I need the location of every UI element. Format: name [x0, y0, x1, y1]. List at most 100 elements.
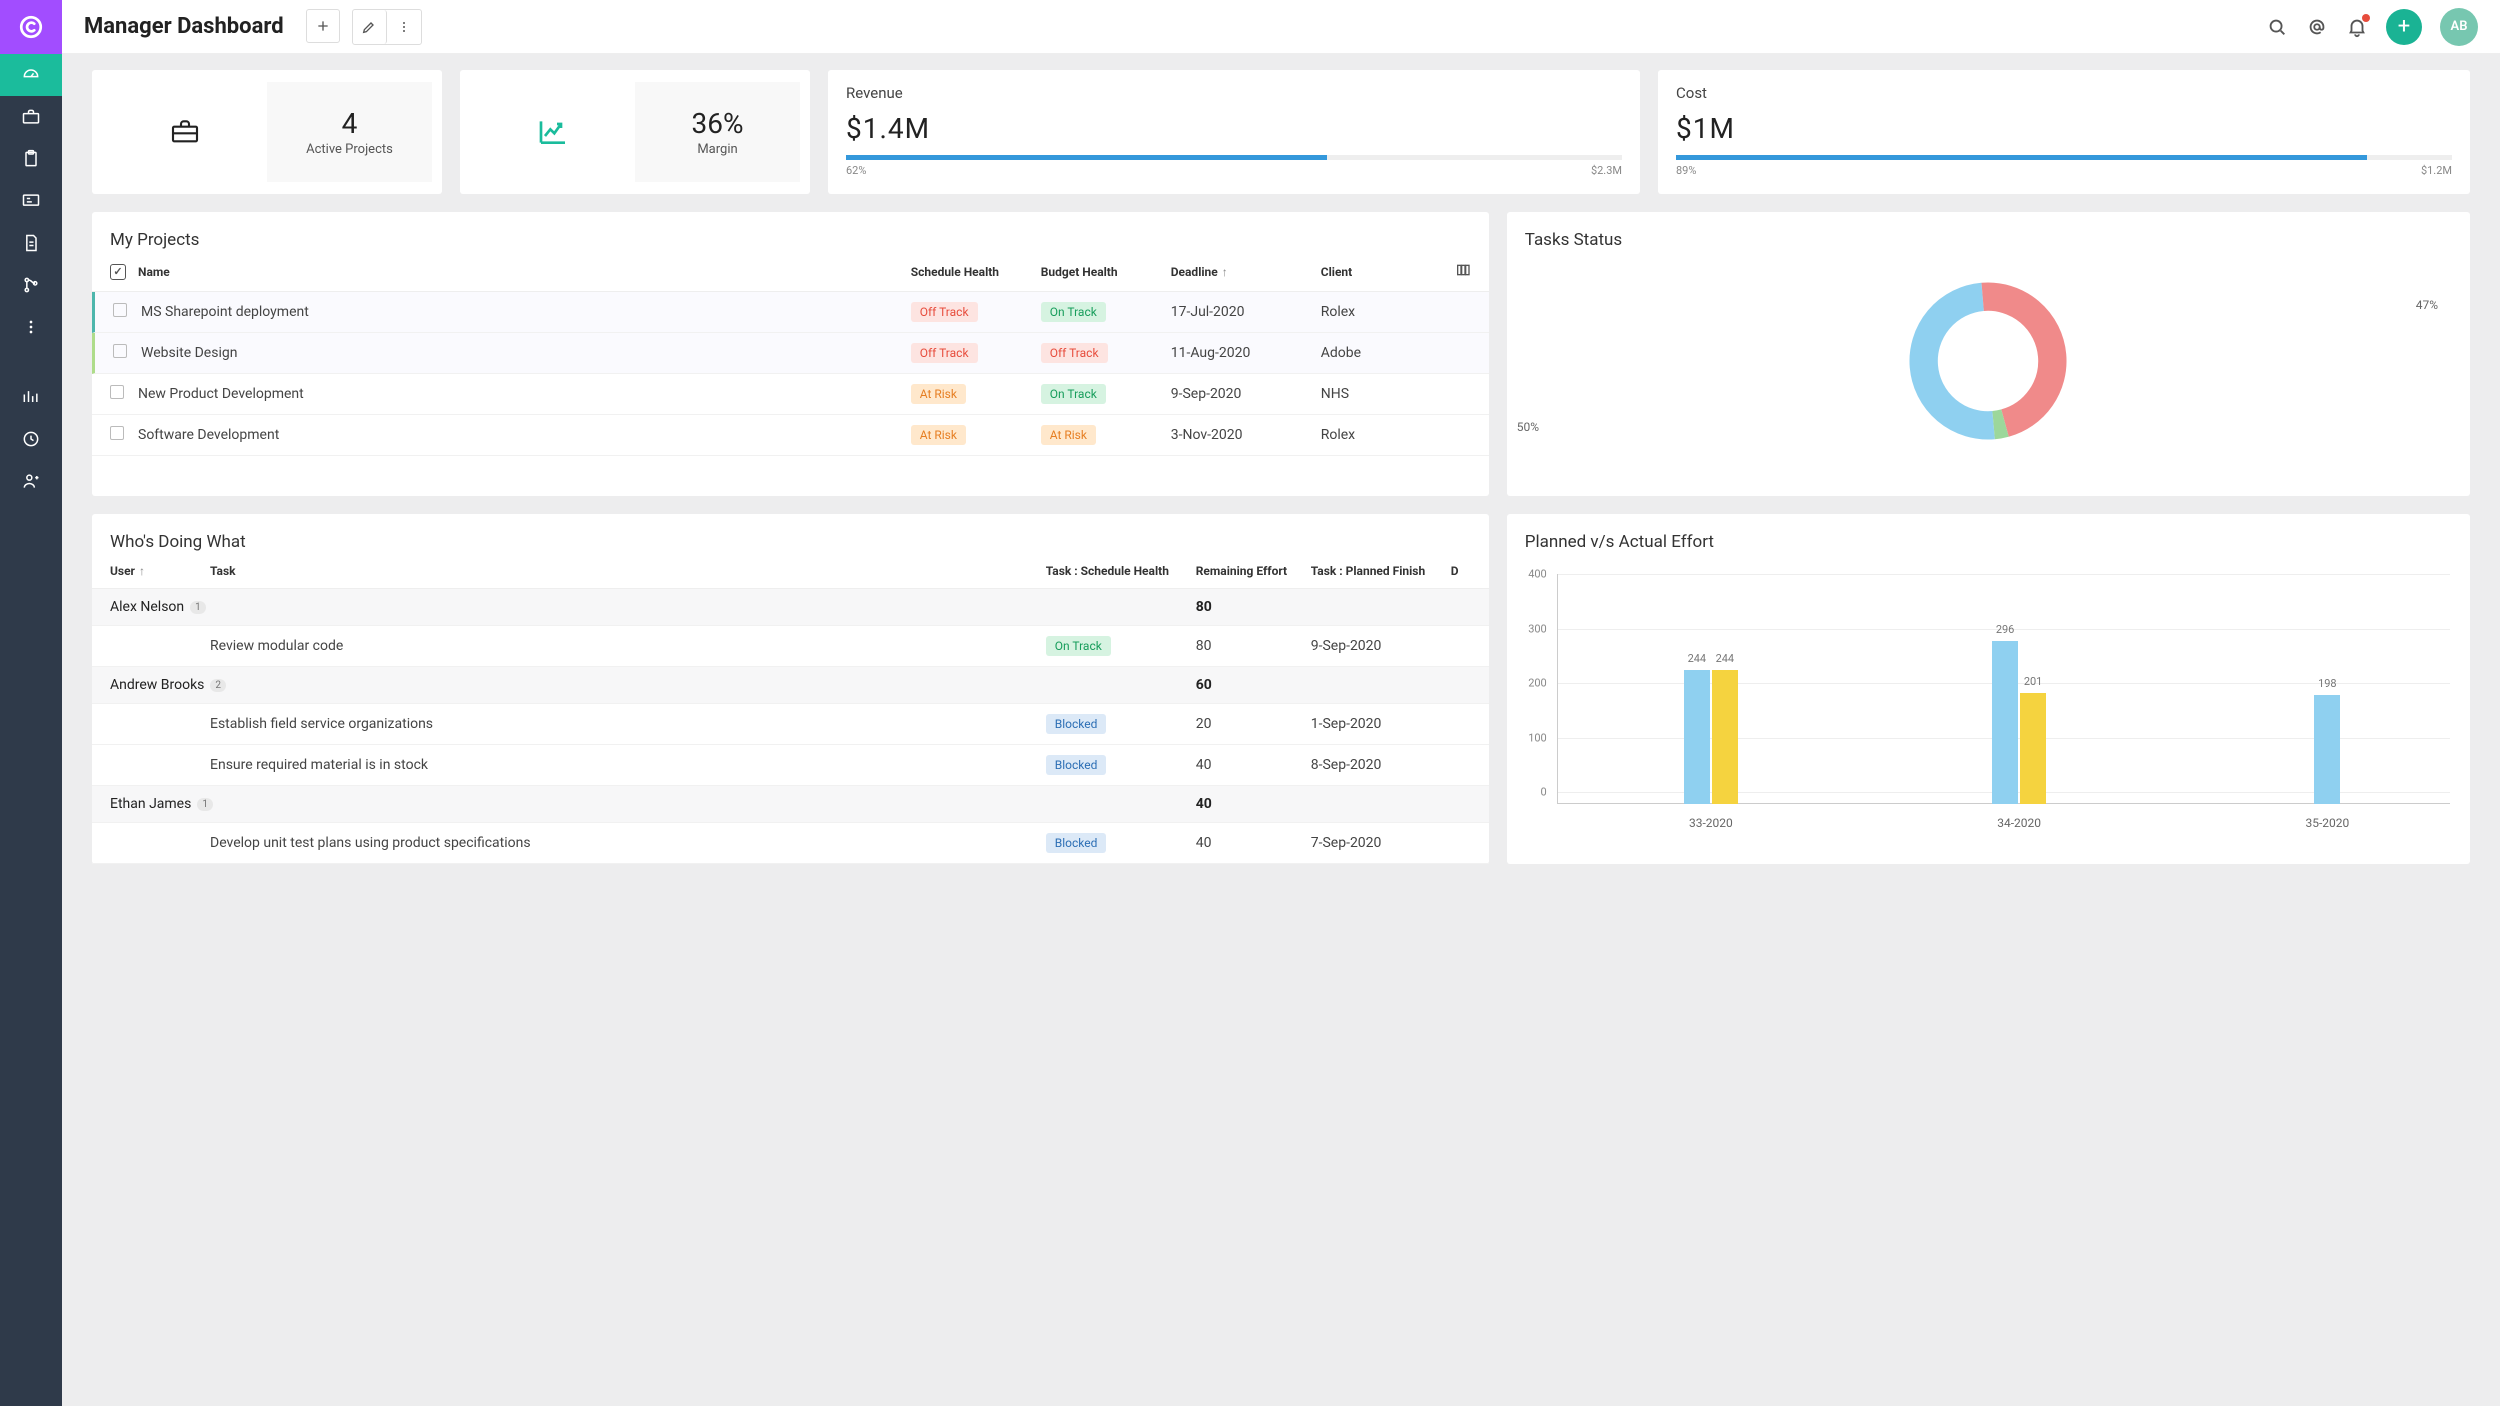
x-axis-label: 33-2020 — [1689, 816, 1733, 830]
project-name: New Product Development — [138, 386, 911, 402]
project-row[interactable]: MS Sharepoint deployment Off Track On Tr… — [92, 292, 1489, 333]
bar-actual: 201 — [2020, 693, 2046, 804]
mentions-icon[interactable] — [2306, 16, 2328, 38]
notifications-icon[interactable] — [2346, 16, 2368, 38]
col-budget-health[interactable]: Budget Health — [1041, 265, 1171, 279]
project-client: Rolex — [1321, 304, 1441, 320]
revenue-value: $1.4M — [846, 112, 1622, 145]
task-planned-finish: 1-Sep-2020 — [1311, 716, 1451, 732]
bar-actual: 244 — [1712, 670, 1738, 804]
nav-briefcase[interactable] — [0, 96, 62, 138]
columns-config-icon[interactable] — [1441, 262, 1471, 281]
who-header: User↑ Task Task : Schedule Health Remain… — [92, 564, 1489, 589]
nav-analytics[interactable] — [0, 376, 62, 418]
user-group-row[interactable]: Andrew Brooks2 60 — [92, 667, 1489, 704]
nav-dashboard[interactable] — [0, 54, 62, 96]
bar-planned: 244 — [1684, 670, 1710, 804]
row-checkbox[interactable] — [113, 303, 127, 317]
user-avatar[interactable]: AB — [2440, 8, 2478, 46]
budget-health-badge: At Risk — [1041, 425, 1096, 445]
budget-health-badge: Off Track — [1041, 343, 1108, 363]
nav-clipboard[interactable] — [0, 138, 62, 180]
kpi-active-projects: 4 Active Projects — [92, 70, 442, 194]
user-group-row[interactable]: Alex Nelson1 80 — [92, 589, 1489, 626]
add-widget-button[interactable] — [306, 9, 340, 43]
task-row[interactable]: Review modular code On Track 80 9-Sep-20… — [92, 626, 1489, 667]
x-axis-label: 34-2020 — [1997, 816, 2041, 830]
task-row[interactable]: Ensure required material is in stock Blo… — [92, 745, 1489, 786]
task-health-badge: Blocked — [1046, 755, 1107, 775]
project-deadline: 17-Jul-2020 — [1171, 304, 1321, 320]
col-task[interactable]: Task — [210, 564, 1046, 578]
page-title: Manager Dashboard — [84, 14, 284, 39]
col-d[interactable]: D — [1451, 564, 1471, 578]
my-projects-panel: My Projects ✓ Name Schedule Health Budge… — [92, 212, 1489, 496]
task-remaining-effort: 20 — [1196, 716, 1311, 732]
x-axis-label: 35-2020 — [2305, 816, 2349, 830]
who-title: Who's Doing What — [92, 514, 1489, 564]
more-button[interactable] — [387, 10, 421, 44]
nav-branch[interactable] — [0, 264, 62, 306]
task-health-badge: Blocked — [1046, 833, 1107, 853]
my-projects-title: My Projects — [92, 212, 1489, 262]
revenue-max: $2.3M — [1591, 164, 1622, 177]
topbar: Manager Dashboard + AB — [62, 0, 2500, 54]
select-all-checkbox[interactable]: ✓ — [110, 264, 126, 280]
bar-planned: 296 — [1992, 641, 2018, 804]
tasks-status-title: Tasks Status — [1507, 212, 2470, 262]
col-remaining-effort[interactable]: Remaining Effort — [1196, 564, 1311, 578]
nav-user[interactable] — [0, 460, 62, 502]
task-health-badge: On Track — [1046, 636, 1111, 656]
project-name: Website Design — [141, 345, 911, 361]
group-remaining-effort: 60 — [1196, 677, 1311, 693]
create-button[interactable]: + — [2386, 9, 2422, 45]
task-row[interactable]: Establish field service organizations Bl… — [92, 704, 1489, 745]
project-row[interactable]: Website Design Off Track Off Track 11-Au… — [92, 333, 1489, 374]
cost-value: $1M — [1676, 112, 2452, 145]
project-client: NHS — [1321, 386, 1441, 402]
project-row[interactable]: New Product Development At Risk On Track… — [92, 374, 1489, 415]
project-deadline: 11-Aug-2020 — [1171, 345, 1321, 361]
row-checkbox[interactable] — [113, 344, 127, 358]
task-row[interactable]: Develop unit test plans using product sp… — [92, 823, 1489, 864]
project-row[interactable]: Software Development At Risk At Risk 3-N… — [92, 415, 1489, 456]
nav-document[interactable] — [0, 222, 62, 264]
budget-health-badge: On Track — [1041, 302, 1106, 322]
task-planned-finish: 8-Sep-2020 — [1311, 757, 1451, 773]
col-deadline[interactable]: Deadline↑ — [1171, 265, 1321, 279]
task-name: Develop unit test plans using product sp… — [210, 835, 1046, 851]
kpi-margin-value: 36% — [692, 107, 744, 140]
edit-button[interactable] — [353, 10, 387, 44]
schedule-health-badge: At Risk — [911, 384, 966, 404]
projects-header: ✓ Name Schedule Health Budget Health Dea… — [92, 262, 1489, 292]
task-name: Review modular code — [210, 638, 1046, 654]
col-name[interactable]: Name — [138, 265, 911, 279]
nav-board[interactable] — [0, 180, 62, 222]
user-group-row[interactable]: Ethan James1 40 — [92, 786, 1489, 823]
tasks-status-panel: Tasks Status 47% 50% — [1507, 212, 2470, 496]
group-remaining-effort: 40 — [1196, 796, 1311, 812]
briefcase-icon — [165, 116, 205, 148]
col-schedule-health[interactable]: Schedule Health — [911, 265, 1041, 279]
bar-planned: 198 — [2314, 695, 2340, 804]
search-icon[interactable] — [2266, 16, 2288, 38]
col-planned-finish[interactable]: Task : Planned Finish — [1311, 564, 1451, 578]
trend-icon — [533, 116, 573, 148]
logo[interactable] — [0, 0, 62, 54]
col-client[interactable]: Client — [1321, 265, 1441, 279]
user-name: Andrew Brooks — [110, 677, 204, 693]
row-checkbox[interactable] — [110, 385, 124, 399]
task-planned-finish: 9-Sep-2020 — [1311, 638, 1451, 654]
row-checkbox[interactable] — [110, 426, 124, 440]
kpi-margin: 36% Margin — [460, 70, 810, 194]
nav-time[interactable] — [0, 418, 62, 460]
revenue-pct: 62% — [846, 164, 866, 177]
nav-more[interactable] — [0, 306, 62, 348]
kpi-margin-label: Margin — [697, 142, 737, 157]
schedule-health-badge: Off Track — [911, 343, 978, 363]
col-task-schedule-health[interactable]: Task : Schedule Health — [1046, 564, 1196, 578]
revenue-card: Revenue $1.4M 62%$2.3M — [828, 70, 1640, 194]
cost-pct: 89% — [1676, 164, 1696, 177]
col-user[interactable]: User↑ — [110, 564, 210, 578]
tasks-status-donut: 47% 50% — [1507, 262, 2470, 470]
